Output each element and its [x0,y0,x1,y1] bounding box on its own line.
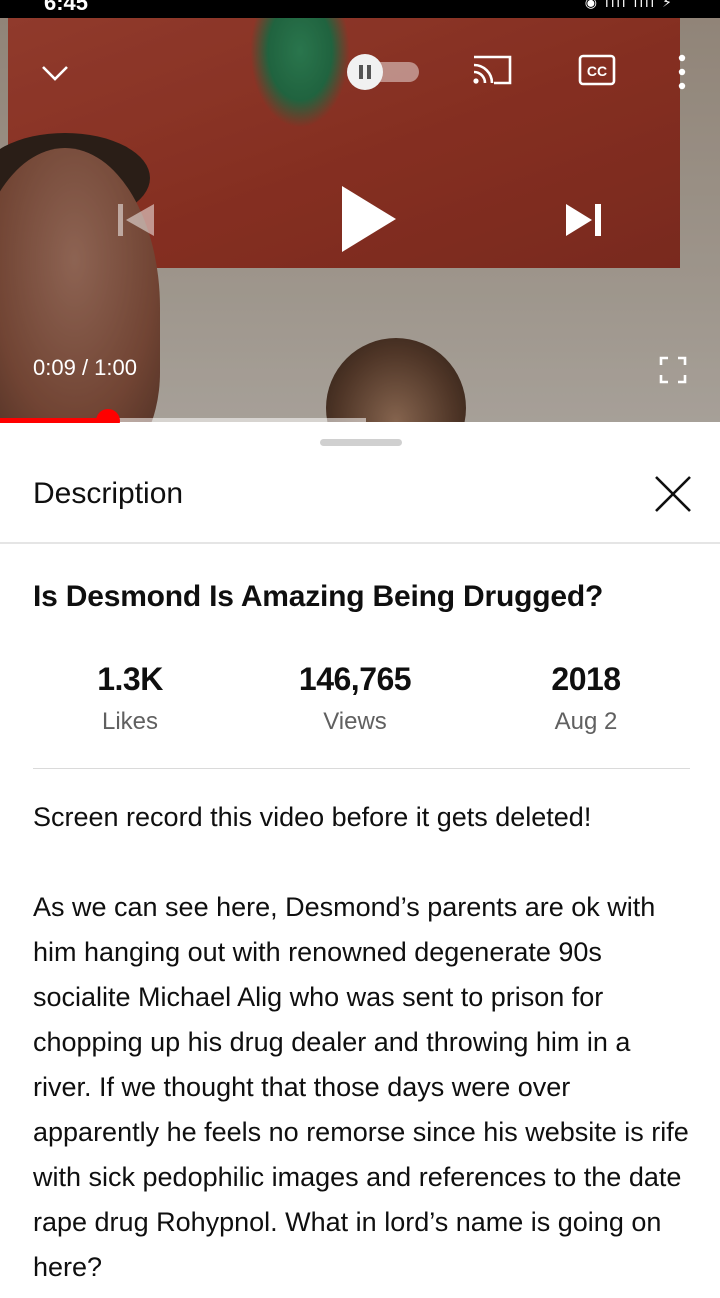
skip-previous-icon [118,204,154,236]
status-icons: ◉ ıılı ıılı ⚡ [584,0,674,10]
likes-count: 1.3K [97,661,163,697]
skip-next-icon [566,204,601,236]
upload-date: Aug 2 [554,708,618,735]
autoplay-toggle[interactable] [347,54,423,90]
play-button[interactable] [334,184,400,254]
upload-year: 2018 [551,661,621,697]
svg-text:CC: CC [587,63,607,79]
cast-icon [473,55,512,85]
more-vertical-icon [678,54,686,90]
views-stat: 146,765 Views [255,661,455,736]
views-count: 146,765 [298,661,412,697]
collapse-button[interactable] [38,58,72,88]
more-options-button[interactable] [674,52,690,92]
total-duration: 1:00 [94,355,137,380]
status-time: 6:45 [44,0,89,15]
time-display: 0:09 / 1:00 [33,355,137,380]
captions-button[interactable]: CC [578,54,616,86]
close-icon [655,476,691,512]
divider [0,542,720,544]
pause-icon [359,65,371,79]
fullscreen-button[interactable] [658,355,688,385]
panel-title: Description [33,477,184,510]
closed-captions-icon: CC [578,54,616,86]
next-button[interactable] [562,200,606,240]
status-bar: 6:45 ◉ ıılı ıılı ⚡ [0,0,720,18]
drag-handle[interactable] [320,439,402,446]
likes-stat: 1.3K Likes [30,661,230,736]
description-paragraph: As we can see here, Desmond’s parents ar… [33,892,689,1282]
upload-date-stat: 2018 Aug 2 [486,661,686,736]
divider [33,768,690,769]
likes-label: Likes [101,708,159,735]
current-time: 0:09 [33,355,76,380]
description-panel: Description Is Desmond Is Amazing Being … [0,423,720,1298]
video-player[interactable]: CC 0:09 / 1:00 [0,18,720,422]
close-button[interactable] [652,473,694,515]
chevron-down-icon [42,66,68,81]
views-label: Views [323,708,387,735]
video-title: Is Desmond Is Amazing Being Drugged? [33,580,604,613]
play-icon [342,186,396,252]
fullscreen-icon [659,356,687,384]
cast-button[interactable] [470,51,514,89]
description-paragraph: Screen record this video before it gets … [33,802,592,832]
description-text: Screen record this video before it gets … [33,795,693,1290]
previous-button[interactable] [114,198,158,242]
